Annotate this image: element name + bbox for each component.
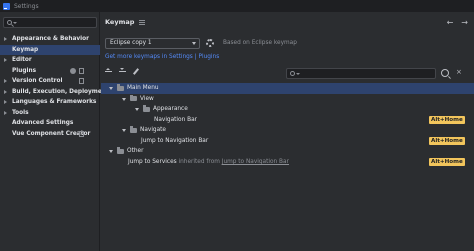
chevron-down-icon[interactable] (109, 87, 113, 90)
page-icon (79, 130, 84, 137)
settings-nav: Appearance & Behavior Keymap Editor Plugins… (0, 34, 109, 140)
sidebar-item[interactable]: Tools (0, 108, 100, 119)
tree-group-row[interactable]: Main Menu (101, 83, 474, 94)
keymap-panel: Keymap ← → Eclipse copy 1 Based on Eclip… (101, 12, 474, 251)
sidebar-item-label: Appearance & Behavior (12, 36, 89, 43)
sidebar-item[interactable]: Version Control (0, 76, 100, 87)
chevron-down-icon[interactable] (122, 129, 126, 132)
page-icon (79, 78, 84, 84)
tree-toolbar (105, 68, 140, 75)
forward-arrow-icon[interactable]: → (461, 18, 468, 27)
sidebar-item-label: Plugins (12, 67, 37, 74)
chevron-right-icon[interactable] (4, 58, 7, 62)
inherited-action-link[interactable]: Jump to Navigation Bar (222, 159, 289, 165)
folder-icon (117, 84, 124, 91)
tree-item-label: Navigate (140, 127, 166, 133)
action-tree: Main Menu View Appearance Navigation Bar Alt… (101, 83, 474, 167)
sidebar-item[interactable]: Plugins (0, 66, 100, 77)
sidebar-item[interactable]: Advanced Settings (0, 118, 100, 129)
folder-icon (130, 126, 137, 133)
sidebar-item-label: Languages & Frameworks (12, 99, 97, 106)
shortcut-badge: Alt+Home (429, 115, 465, 124)
expand-all-icon[interactable] (105, 68, 112, 75)
search-history-caret-icon[interactable] (296, 73, 300, 75)
search-history-caret-icon[interactable] (13, 22, 17, 24)
sidebar-item-label: Advanced Settings (12, 120, 74, 127)
tree-group-row[interactable]: View (101, 94, 474, 105)
chevron-down-icon[interactable] (109, 150, 113, 153)
folder-icon (117, 147, 124, 154)
sidebar-item[interactable]: Vue Component Creator (0, 129, 100, 140)
action-name: Navigate (140, 127, 167, 134)
tree-item-label: Jump to Navigation Bar (141, 138, 208, 144)
tree-action-row[interactable]: Jump to Services inherited from Jump to … (101, 157, 474, 168)
chevron-right-icon[interactable] (4, 89, 7, 94)
tree-action-row[interactable]: Navigation Bar Alt+Home (101, 115, 474, 126)
shortcut-badge: Alt+Home (429, 157, 465, 166)
chevron-right-icon[interactable] (4, 37, 7, 41)
tree-item-label: Other (127, 148, 143, 154)
chevron-right-icon[interactable] (4, 79, 7, 83)
gear-icon[interactable] (206, 39, 214, 47)
inherited-note: inherited from (178, 158, 220, 165)
page-icon (79, 67, 84, 74)
chevron-right-icon[interactable] (4, 100, 7, 104)
based-on-label: Based on Eclipse keymap (223, 40, 297, 46)
keymap-filter-input[interactable] (286, 68, 436, 79)
folder-icon (143, 105, 150, 112)
sidebar-item-label: Keymap (12, 46, 39, 53)
sidebar-item[interactable]: Keymap (0, 44, 100, 55)
tree-item-label: Appearance (153, 106, 188, 112)
page-title: Keymap (105, 18, 135, 26)
search-icon (7, 20, 12, 25)
sidebar-item-label: Build, Execution, Deployment (12, 88, 109, 95)
action-name: Main Menu (127, 85, 159, 92)
sidebar-item[interactable]: Appearance & Behavior (0, 34, 100, 45)
tree-item-label: View (140, 96, 154, 102)
tree-item-label: Jump to Services inherited from Jump to … (128, 159, 289, 165)
settings-search-input[interactable] (3, 17, 97, 28)
back-arrow-icon[interactable]: ← (447, 18, 454, 27)
action-name: Jump to Services (128, 158, 177, 165)
edit-icon[interactable] (133, 68, 140, 75)
keymap-dropdown[interactable]: Eclipse copy 1 (105, 38, 200, 49)
menu-icon[interactable] (139, 19, 146, 25)
chevron-down-icon (192, 42, 196, 45)
sidebar-item-label: Tools (12, 109, 29, 116)
sidebar-item-label: Editor (12, 57, 32, 64)
folder-icon (130, 94, 137, 101)
get-more-keymaps-link[interactable]: Get more keymaps in Settings | Plugins (105, 54, 219, 60)
search-icon (290, 71, 295, 76)
sidebar-item[interactable]: Build, Execution, Deployment (0, 87, 109, 98)
chevron-down-icon[interactable] (135, 108, 139, 111)
action-name: View (140, 95, 154, 102)
shortcut-badge: Alt+Home (429, 136, 465, 145)
sidebar-item-label: Version Control (12, 78, 63, 85)
sidebar-item[interactable]: Languages & Frameworks (0, 97, 100, 108)
tree-item-label: Navigation Bar (154, 117, 197, 123)
info-badge-icon (70, 67, 76, 74)
action-name: Navigation Bar (154, 116, 198, 123)
action-name: Jump to Navigation Bar (141, 137, 209, 144)
window-title: Settings (14, 2, 39, 10)
chevron-right-icon[interactable] (4, 110, 7, 115)
clear-filter-icon[interactable]: × (456, 68, 462, 76)
chevron-down-icon[interactable] (122, 97, 126, 101)
tree-group-row[interactable]: Navigate (101, 125, 474, 136)
tree-group-row[interactable]: Other (101, 146, 474, 157)
tree-item-label: Main Menu (127, 85, 159, 91)
sidebar-item[interactable]: Editor (0, 55, 100, 66)
intellij-logo-icon (3, 2, 10, 10)
tree-action-row[interactable]: Jump to Navigation Bar Alt+Home (101, 136, 474, 147)
find-by-shortcut-icon[interactable] (441, 69, 449, 77)
collapse-all-icon[interactable] (119, 68, 126, 75)
tree-group-row[interactable]: Appearance (101, 104, 474, 115)
action-name: Other (127, 148, 144, 155)
keymap-dropdown-value: Eclipse copy 1 (110, 40, 152, 46)
window-title-bar: Settings (0, 0, 474, 12)
action-name: Appearance (153, 106, 188, 113)
settings-sidebar: Appearance & Behavior Keymap Editor Plugins… (0, 12, 109, 251)
